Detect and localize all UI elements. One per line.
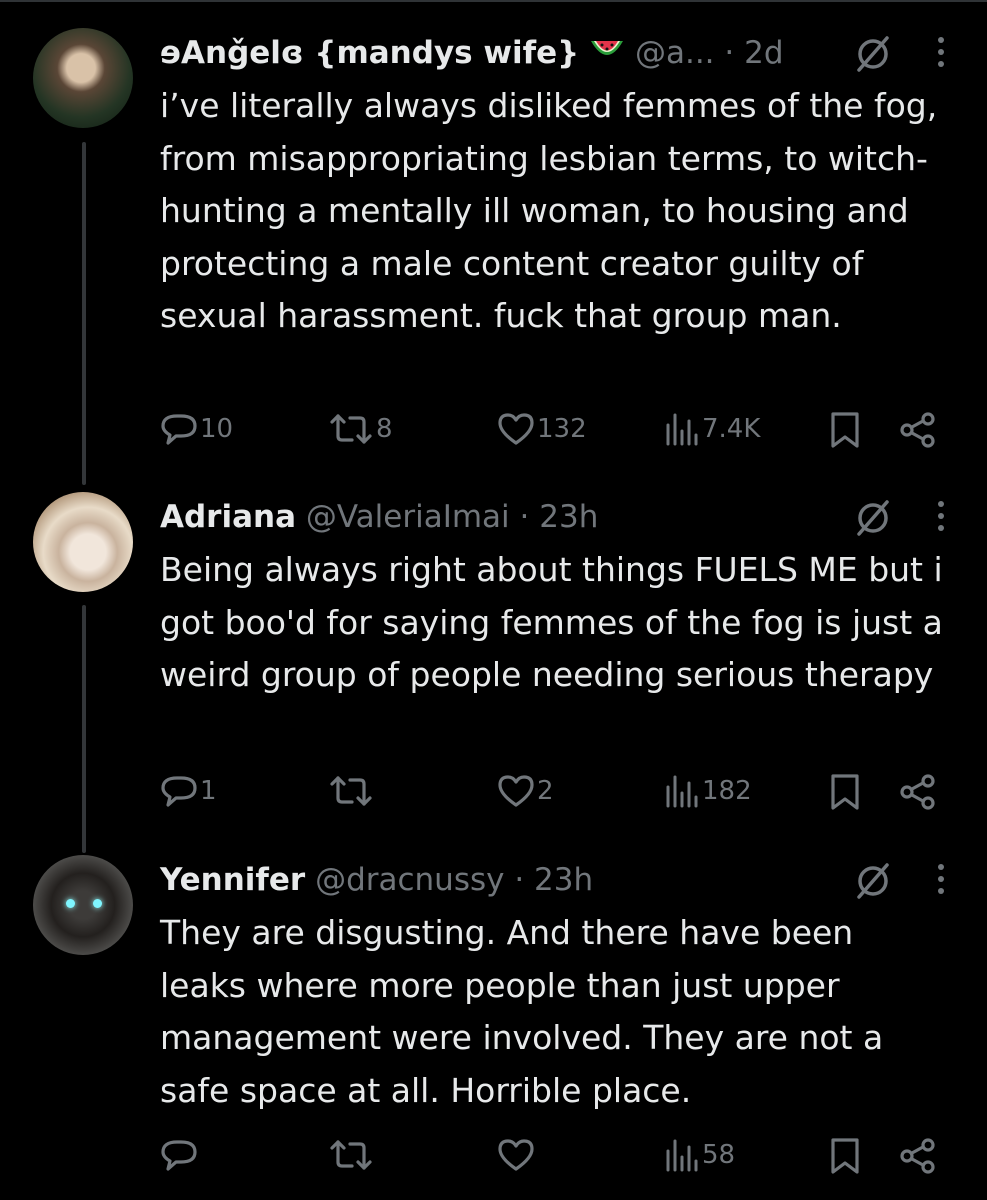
more-icon[interactable] — [935, 496, 947, 551]
like-icon — [498, 1139, 534, 1171]
more-icon[interactable] — [935, 859, 947, 914]
repost-icon — [330, 414, 372, 444]
share-button[interactable] — [898, 773, 938, 811]
separator: · — [724, 35, 735, 71]
repost-button[interactable] — [328, 773, 376, 809]
display-name[interactable]: Yennifer — [160, 862, 305, 898]
tweet-header: ɘAnǧelɞ {mandys wife} @a... · 2d — [160, 28, 947, 78]
view-count: 7.4K — [702, 414, 761, 444]
tweet-actions: 10 8 132 7.4K — [160, 411, 947, 451]
repost-button[interactable] — [328, 1137, 376, 1173]
tweet-actions: 1 2 182 — [160, 773, 947, 813]
view-count: 58 — [702, 1140, 736, 1170]
like-button[interactable] — [497, 1137, 537, 1173]
reply-button[interactable]: 1 — [160, 773, 217, 809]
share-icon — [900, 774, 935, 810]
thread-line — [82, 605, 86, 853]
more-icon[interactable] — [935, 32, 947, 87]
tweet-text: They are disgusting. And there have been… — [160, 913, 884, 1110]
share-icon — [900, 1138, 935, 1174]
avatar[interactable] — [33, 28, 133, 128]
bookmark-icon — [831, 412, 859, 448]
bookmark-button[interactable] — [828, 773, 862, 811]
avatar[interactable] — [33, 492, 133, 592]
grok-icon[interactable] — [853, 34, 893, 89]
tweet-text: Being always right about things FUELS ME… — [160, 550, 943, 694]
reply-count: 10 — [200, 414, 234, 444]
bookmark-icon — [831, 1138, 859, 1174]
view-count: 182 — [702, 776, 752, 806]
tweet-header: Adriana @ValeriaImai · 23h — [160, 492, 947, 542]
share-button[interactable] — [898, 411, 938, 449]
reply-count: 1 — [200, 776, 217, 806]
reply-icon — [161, 1140, 197, 1171]
timestamp[interactable]: 2d — [744, 35, 783, 71]
views-icon — [666, 413, 698, 446]
timestamp[interactable]: 23h — [534, 862, 593, 898]
avatar-eye — [93, 899, 102, 908]
user-handle[interactable]: @ValeriaImai — [306, 499, 510, 535]
views-button[interactable]: 7.4K — [662, 411, 760, 447]
repost-button[interactable]: 8 — [328, 411, 393, 447]
like-count: 132 — [537, 414, 587, 444]
separator: · — [519, 499, 530, 535]
repost-icon — [330, 1140, 372, 1170]
user-handle[interactable]: @dracnussy — [315, 862, 504, 898]
share-button[interactable] — [898, 1137, 938, 1175]
tweet-actions: 58 — [160, 1137, 947, 1177]
like-icon — [498, 775, 534, 807]
separator: · — [514, 862, 525, 898]
tweet-header: Yennifer @dracnussy · 23h — [160, 855, 947, 905]
top-divider — [0, 0, 987, 2]
reply-button[interactable] — [160, 1137, 200, 1173]
like-button[interactable]: 132 — [497, 411, 587, 447]
like-icon — [498, 413, 534, 445]
user-handle[interactable]: @a... — [635, 35, 715, 71]
thread-line — [82, 142, 86, 485]
share-icon — [900, 412, 935, 448]
reply-icon — [161, 776, 197, 807]
repost-count: 8 — [376, 414, 393, 444]
bookmark-button[interactable] — [828, 411, 862, 449]
display-name[interactable]: Adriana — [160, 499, 296, 535]
tweet-text: i’ve literally always disliked femmes of… — [160, 86, 938, 335]
views-button[interactable]: 182 — [662, 773, 752, 809]
like-count: 2 — [537, 776, 554, 806]
bookmark-button[interactable] — [828, 1137, 862, 1175]
views-icon — [666, 775, 698, 808]
like-button[interactable]: 2 — [497, 773, 554, 809]
views-button[interactable]: 58 — [662, 1137, 735, 1173]
timestamp[interactable]: 23h — [539, 499, 598, 535]
bookmark-icon — [831, 774, 859, 810]
repost-icon — [330, 776, 372, 806]
views-icon — [666, 1139, 698, 1172]
avatar-eye — [66, 899, 75, 908]
avatar[interactable] — [33, 855, 133, 955]
grok-icon[interactable] — [853, 861, 893, 916]
watermelon-emoji — [589, 30, 625, 80]
reply-icon — [161, 414, 197, 445]
reply-button[interactable]: 10 — [160, 411, 233, 447]
grok-icon[interactable] — [853, 498, 893, 553]
display-name[interactable]: ɘAnǧelɞ {mandys wife} — [160, 35, 579, 71]
